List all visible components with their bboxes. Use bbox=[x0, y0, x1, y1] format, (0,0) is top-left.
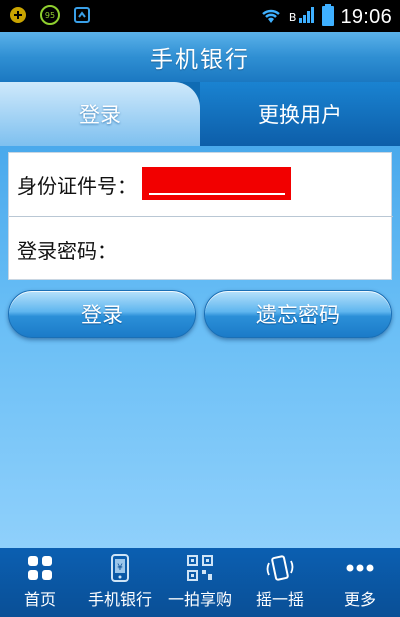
more-dots-icon bbox=[346, 554, 374, 582]
bottom-navigation: 首页 ¥ 手机银行 一拍享购 摇一摇 更多 bbox=[0, 548, 400, 617]
nav-label-more: 更多 bbox=[343, 590, 376, 609]
signal-icon bbox=[298, 6, 316, 28]
tab-bar: 登录 更换用户 bbox=[0, 82, 400, 146]
tab-login[interactable]: 登录 bbox=[0, 82, 200, 146]
login-form: 身份证件号： 登录密码： bbox=[8, 152, 393, 281]
badge-count: 95 bbox=[44, 10, 56, 20]
wifi-icon bbox=[259, 6, 283, 28]
password-field[interactable]: 登录密码： bbox=[9, 217, 393, 281]
svg-text:¥: ¥ bbox=[117, 563, 123, 573]
id-number-field[interactable]: 身份证件号： bbox=[9, 153, 393, 217]
app-notification-icon bbox=[8, 5, 28, 25]
tab-switch-user-label: 更换用户 bbox=[258, 103, 342, 127]
status-notification-icons: 95 bbox=[8, 5, 92, 25]
nav-item-more[interactable]: 更多 bbox=[320, 548, 400, 617]
nav-item-scan-shop[interactable]: 一拍享购 bbox=[160, 548, 240, 617]
tab-switch-user[interactable]: 更换用户 bbox=[200, 82, 400, 146]
nav-item-mobile-bank[interactable]: ¥ 手机银行 bbox=[80, 548, 160, 617]
id-number-label: 身份证件号： bbox=[17, 174, 137, 198]
nav-label-home: 首页 bbox=[23, 590, 56, 609]
app-header: 手机银行 bbox=[0, 32, 400, 82]
redaction-underline bbox=[149, 193, 285, 195]
tab-login-label: 登录 bbox=[79, 103, 121, 127]
status-system-icons: B 19:06 bbox=[259, 4, 392, 30]
forgot-password-button-label: 遗忘密码 bbox=[256, 303, 340, 327]
page-title: 手机银行 bbox=[150, 47, 250, 73]
grid-icon bbox=[26, 554, 54, 582]
clock: 19:06 bbox=[340, 5, 392, 28]
badge-count-icon: 95 bbox=[40, 5, 60, 25]
nav-item-shake[interactable]: 摇一摇 bbox=[240, 548, 320, 617]
forgot-password-button[interactable]: 遗忘密码 bbox=[204, 290, 392, 338]
login-panel: 身份证件号： 登录密码： 登录 遗忘密码 bbox=[0, 146, 400, 548]
sync-icon bbox=[72, 5, 92, 25]
shake-icon bbox=[266, 554, 294, 582]
battery-icon bbox=[322, 4, 335, 30]
redacted-id-value bbox=[142, 167, 291, 200]
qr-code-icon bbox=[186, 554, 214, 582]
password-label: 登录密码： bbox=[17, 238, 117, 263]
phone-icon: ¥ bbox=[106, 554, 134, 582]
status-bar: 95 B 19:06 bbox=[0, 0, 400, 32]
network-type-label: B bbox=[288, 10, 297, 24]
nav-label-shake: 摇一摇 bbox=[255, 590, 304, 609]
login-button-label: 登录 bbox=[81, 303, 123, 327]
nav-label-scan-shop: 一拍享购 bbox=[167, 590, 232, 609]
nav-label-mobile-bank: 手机银行 bbox=[87, 590, 152, 609]
login-button[interactable]: 登录 bbox=[8, 290, 196, 338]
nav-item-home[interactable]: 首页 bbox=[0, 548, 80, 617]
